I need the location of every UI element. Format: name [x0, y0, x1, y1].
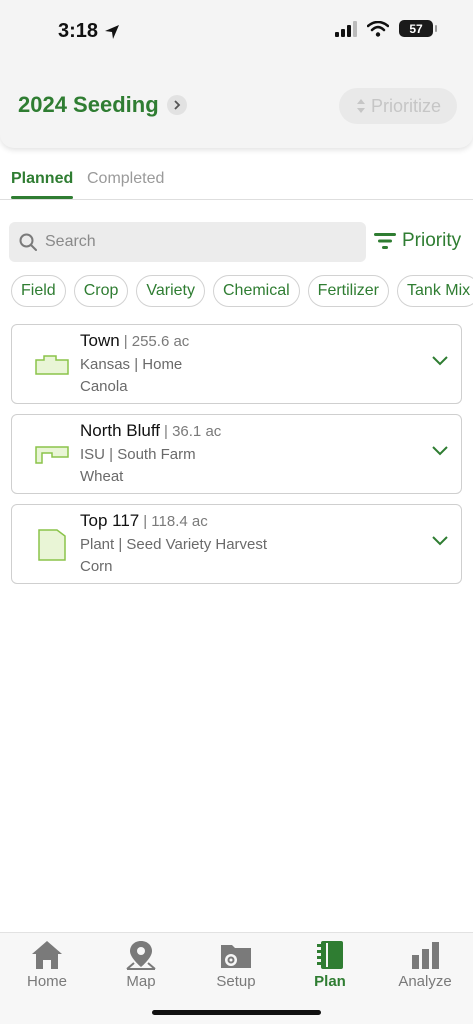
- nav-home[interactable]: Home: [0, 939, 94, 990]
- field-card-text: North Bluff | 36.1 ac ISU | South Farm W…: [80, 421, 221, 485]
- nav-home-label: Home: [26, 973, 67, 990]
- field-name: Town: [80, 331, 120, 350]
- search-icon: [19, 233, 37, 251]
- page-title: 2024 Seeding: [18, 92, 159, 117]
- cellular-signal-icon: [335, 20, 357, 37]
- sort-priority-button[interactable]: Priority: [374, 230, 461, 252]
- field-crop: Canola: [80, 378, 128, 395]
- field-crop: Corn: [80, 558, 113, 575]
- field-card-top-117[interactable]: Top 117 | 118.4 ac Plant | Seed Variety …: [11, 504, 462, 584]
- location-arrow-icon: [105, 24, 120, 39]
- chevron-down-icon[interactable]: [431, 445, 449, 457]
- field-acres: | 36.1 ac: [164, 423, 222, 440]
- chip-crop[interactable]: Crop: [73, 275, 129, 307]
- field-name: Top 117: [80, 511, 140, 530]
- field-boundary-icon: [32, 525, 72, 565]
- field-acres: | 118.4 ac: [143, 513, 208, 530]
- battery-level: 57: [409, 21, 423, 36]
- tab-planned[interactable]: Planned: [11, 170, 74, 199]
- field-name: North Bluff: [80, 421, 161, 440]
- field-crop: Wheat: [80, 468, 124, 485]
- status-time: 3:18: [58, 20, 120, 43]
- nav-map[interactable]: Map: [94, 939, 188, 990]
- nav-setup[interactable]: Setup: [189, 939, 283, 990]
- field-boundary-icon: [32, 435, 72, 475]
- bar-chart-icon: [412, 942, 439, 969]
- folder-gear-icon: [221, 945, 251, 968]
- chip-field[interactable]: Field: [11, 275, 66, 307]
- wifi-icon: [367, 20, 389, 37]
- nav-setup-label: Setup: [216, 973, 256, 990]
- sort-arrows-icon: [356, 99, 365, 113]
- field-location: Kansas | Home: [80, 356, 183, 373]
- battery-icon: 57: [399, 20, 437, 37]
- nav-plan[interactable]: Plan: [283, 939, 377, 990]
- nav-plan-label: Plan: [314, 973, 346, 990]
- field-card-text: Town | 255.6 ac Kansas | Home Canola: [80, 331, 189, 395]
- field-location: ISU | South Farm: [80, 446, 196, 463]
- prioritize-label: Prioritize: [370, 95, 441, 116]
- chip-tank-mix[interactable]: Tank Mix: [397, 275, 473, 307]
- tab-completed[interactable]: Completed: [87, 170, 164, 188]
- status-time-text: 3:18: [58, 20, 99, 42]
- nav-map-label: Map: [126, 973, 156, 990]
- plan-title-row[interactable]: 2024 Seeding: [18, 92, 187, 118]
- field-card-town[interactable]: Town | 255.6 ac Kansas | Home Canola: [11, 324, 462, 404]
- chip-variety[interactable]: Variety: [136, 275, 205, 307]
- chevron-right-icon: [166, 95, 187, 115]
- sort-priority-label: Priority: [402, 230, 462, 251]
- filter-lines-icon: [374, 233, 396, 249]
- status-bar: 3:18 57: [0, 0, 473, 62]
- search-bar[interactable]: [9, 222, 366, 262]
- header: 3:18 57 2024 Seeding Prioritize: [0, 0, 473, 148]
- status-icons: 57: [335, 20, 437, 37]
- field-boundary-icon: [32, 345, 72, 385]
- filter-chips: Field Crop Variety Chemical Fertilizer Tank M…: [11, 275, 473, 309]
- notebook-icon: [317, 941, 343, 969]
- map-pin-icon: [126, 941, 156, 970]
- prioritize-button[interactable]: Prioritize: [339, 88, 457, 124]
- nav-analyze[interactable]: Analyze: [378, 939, 472, 990]
- chip-chemical[interactable]: Chemical: [212, 275, 300, 307]
- home-indicator[interactable]: [152, 1010, 321, 1015]
- plan-tabs: Planned Completed: [0, 160, 473, 200]
- chip-fertilizer[interactable]: Fertilizer: [307, 275, 390, 307]
- search-input[interactable]: [45, 233, 345, 251]
- chevron-down-icon[interactable]: [431, 355, 449, 367]
- field-card-north-bluff[interactable]: North Bluff | 36.1 ac ISU | South Farm W…: [11, 414, 462, 494]
- chevron-down-icon[interactable]: [431, 535, 449, 547]
- home-icon: [32, 941, 62, 969]
- nav-analyze-label: Analyze: [398, 973, 452, 990]
- field-location: Plant | Seed Variety Harvest: [80, 536, 268, 553]
- field-card-text: Top 117 | 118.4 ac Plant | Seed Variety …: [80, 511, 267, 575]
- field-acres: | 255.6 ac: [123, 333, 190, 350]
